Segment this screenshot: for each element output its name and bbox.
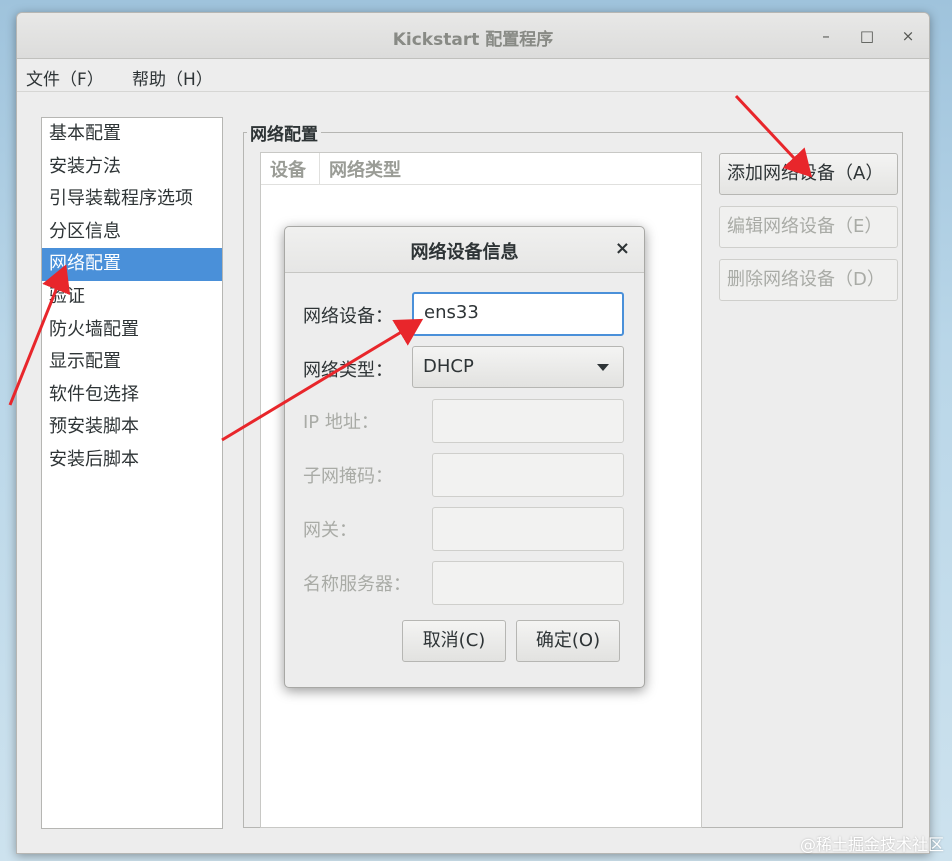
column-device[interactable]: 设备 xyxy=(270,156,306,182)
network-type-label: 网络类型： xyxy=(303,360,393,381)
dialog-close-icon[interactable]: × xyxy=(615,238,630,259)
dialog-title-bar[interactable]: 网络设备信息 × xyxy=(285,227,644,273)
sidebar-item-network[interactable]: 网络配置 xyxy=(42,248,222,281)
network-type-select[interactable]: DHCP xyxy=(412,346,624,388)
add-network-device-button[interactable]: 添加网络设备（A） xyxy=(719,153,898,195)
ok-button[interactable]: 确定(O) xyxy=(516,620,620,662)
column-divider xyxy=(319,153,320,185)
menu-bar: 文件（F） 帮助（H） xyxy=(17,60,929,92)
sidebar-item-install-method[interactable]: 安装方法 xyxy=(42,151,222,184)
ip-label: IP 地址： xyxy=(303,412,379,433)
sidebar-item-display[interactable]: 显示配置 xyxy=(42,346,222,379)
delete-network-device-button[interactable]: 删除网络设备（D） xyxy=(719,259,898,301)
column-network-type[interactable]: 网络类型 xyxy=(329,156,401,182)
nameserver-input[interactable] xyxy=(432,561,624,605)
dialog-title: 网络设备信息 xyxy=(410,242,519,263)
sidebar-item-firewall[interactable]: 防火墙配置 xyxy=(42,314,222,347)
device-input[interactable]: ens33 xyxy=(412,292,624,336)
maximize-icon[interactable]: □ xyxy=(854,23,880,49)
ip-input[interactable] xyxy=(432,399,624,443)
network-device-dialog: 网络设备信息 × 网络设备： ens33 网络类型： DHCP IP 地址： 子… xyxy=(284,226,645,688)
window-title: Kickstart 配置程序 xyxy=(392,30,554,50)
nameserver-label: 名称服务器： xyxy=(303,574,411,595)
edit-network-device-button[interactable]: 编辑网络设备（E） xyxy=(719,206,898,248)
gateway-input[interactable] xyxy=(432,507,624,551)
gateway-label: 网关： xyxy=(303,520,357,541)
sidebar-item-auth[interactable]: 验证 xyxy=(42,281,222,314)
table-header: 设备 网络类型 xyxy=(261,153,701,185)
sidebar-item-partition[interactable]: 分区信息 xyxy=(42,216,222,249)
cancel-button[interactable]: 取消(C) xyxy=(402,620,506,662)
frame-divider xyxy=(243,132,903,133)
netmask-input[interactable] xyxy=(432,453,624,497)
close-icon[interactable]: × xyxy=(895,23,921,49)
category-list: 基本配置 安装方法 引导装载程序选项 分区信息 网络配置 验证 防火墙配置 显示… xyxy=(41,117,223,829)
netmask-label: 子网掩码： xyxy=(303,466,393,487)
title-bar[interactable]: Kickstart 配置程序 – □ × xyxy=(17,13,929,59)
menu-help[interactable]: 帮助（H） xyxy=(132,65,213,90)
chevron-down-icon xyxy=(597,364,609,371)
network-type-value: DHCP xyxy=(423,356,474,377)
menu-file[interactable]: 文件（F） xyxy=(26,65,104,90)
network-frame-title: 网络配置 xyxy=(247,120,321,145)
sidebar-item-basic[interactable]: 基本配置 xyxy=(42,118,222,151)
sidebar-item-post-script[interactable]: 安装后脚本 xyxy=(42,444,222,477)
sidebar-item-bootloader[interactable]: 引导装载程序选项 xyxy=(42,183,222,216)
minimize-icon[interactable]: – xyxy=(813,23,839,49)
sidebar-item-pre-script[interactable]: 预安装脚本 xyxy=(42,411,222,444)
device-label: 网络设备： xyxy=(303,306,393,327)
sidebar-item-packages[interactable]: 软件包选择 xyxy=(42,379,222,412)
watermark: @稀土掘金技术社区 xyxy=(799,835,944,854)
